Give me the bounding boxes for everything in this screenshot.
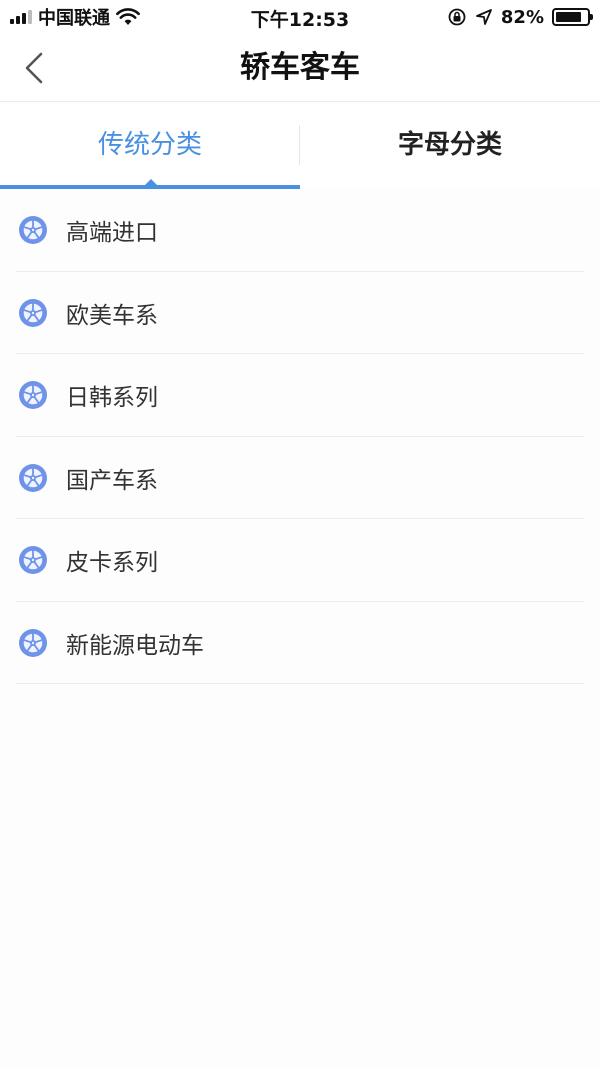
wheel-icon [18, 462, 48, 493]
status-right: 82% [447, 6, 593, 28]
wheel-icon [18, 215, 48, 246]
tab-alphabet-category[interactable]: 字母分类 [300, 103, 600, 189]
list-item-label: 国产车系 [66, 467, 158, 494]
wheel-icon [18, 627, 48, 658]
wheel-icon [18, 380, 48, 411]
status-bar: 中国联通 下午12:53 82% [0, 0, 600, 34]
list-item-new-energy-ev[interactable]: 新能源电动车 [0, 602, 600, 685]
list-item-label: 新能源电动车 [66, 632, 204, 659]
list-item-high-end-import[interactable]: 高端进口 [0, 189, 600, 272]
location-arrow-icon [476, 9, 492, 25]
list-item-japanese-korean[interactable]: 日韩系列 [0, 354, 600, 437]
list-item-label: 欧美车系 [66, 302, 158, 329]
page-title: 轿车客车 [240, 50, 360, 85]
list-item-label: 皮卡系列 [66, 550, 158, 577]
list-item-label: 高端进口 [66, 220, 158, 247]
category-tabs: 传统分类 字母分类 [0, 103, 600, 189]
rotation-lock-icon [448, 8, 466, 26]
wheel-icon [18, 297, 48, 328]
back-button[interactable] [14, 48, 54, 88]
list-item-euro-american[interactable]: 欧美车系 [0, 272, 600, 355]
list-item-label: 日韩系列 [66, 385, 158, 412]
wheel-icon [18, 545, 48, 576]
tab-traditional-category[interactable]: 传统分类 [0, 103, 300, 189]
list-item-domestic[interactable]: 国产车系 [0, 437, 600, 520]
list-item-pickup[interactable]: 皮卡系列 [0, 519, 600, 602]
active-tab-notch [145, 179, 157, 185]
battery-icon [552, 8, 593, 26]
chevron-left-icon [25, 52, 43, 84]
battery-level-fill [556, 12, 581, 22]
navigation-bar: 轿车客车 [0, 34, 600, 102]
category-list: 高端进口 欧美车系 日韩系列 国产车系 皮卡系列 新能源电动车 [0, 189, 600, 684]
battery-percent: 82% [500, 6, 544, 28]
